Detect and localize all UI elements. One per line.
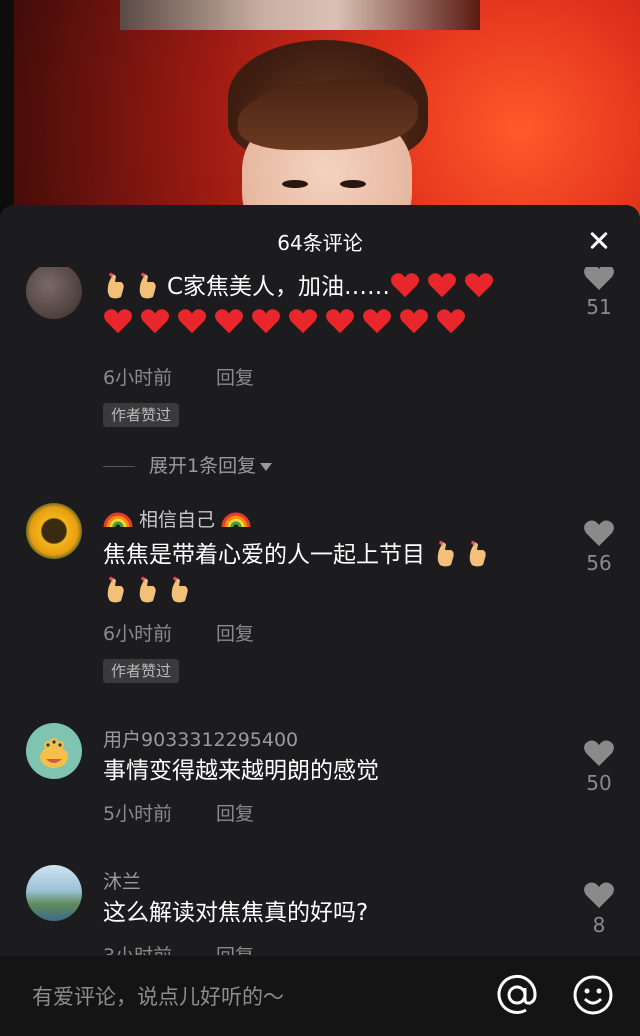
red-heart-icon [437, 309, 465, 334]
video-background [0, 0, 640, 240]
red-heart-icon [428, 273, 457, 298]
comment-time: 5小时前 [103, 803, 173, 825]
like-button[interactable]: 50 [582, 739, 616, 795]
reply-button[interactable]: 回复 [216, 363, 254, 390]
avatar[interactable] [26, 865, 82, 921]
like-button[interactable]: 56 [582, 519, 616, 575]
close-icon[interactable] [584, 225, 614, 255]
comment-text-content: 焦焦是带着心爱的人一起上节目 [103, 542, 425, 568]
finger-heart-icon [107, 576, 124, 603]
heart-icon [583, 739, 615, 767]
like-count: 51 [586, 295, 612, 319]
finger-heart-icon [107, 272, 124, 299]
like-button[interactable]: 51 [582, 267, 616, 319]
avatar[interactable] [26, 267, 82, 319]
like-button[interactable]: 8 [582, 881, 616, 937]
comment-text-content: C家焦美人，加油…… [167, 274, 391, 300]
comment-list[interactable]: C家焦美人，加油…… 6小时前 回复 作者赞过 展开1条回复 51 相信自己 焦… [0, 267, 640, 955]
expand-replies-button[interactable]: 展开1条回复 [103, 451, 273, 478]
comment-input[interactable] [30, 974, 474, 1020]
comment-time: 6小时前 [103, 367, 173, 389]
red-heart-icon [391, 273, 420, 298]
expand-replies-label: 展开1条回复 [149, 455, 257, 477]
finger-heart-icon [139, 272, 156, 299]
reply-button[interactable]: 回复 [216, 799, 254, 826]
caret-down-icon [260, 462, 273, 471]
red-heart-icon [252, 309, 280, 334]
red-heart-icon [289, 309, 317, 334]
comment-text: 这么解读对焦焦真的好吗? [103, 900, 369, 926]
finger-heart-icon [139, 576, 156, 603]
comments-header: 64条评论 [0, 205, 640, 271]
comment-author[interactable]: 用户9033312295400 [103, 725, 298, 752]
red-heart-icon [326, 309, 354, 334]
avatar[interactable] [26, 503, 82, 559]
rainbow-icon [221, 512, 251, 528]
divider [103, 466, 135, 467]
video-edge [0, 0, 14, 240]
finger-heart-icon [171, 576, 188, 603]
rainbow-icon [103, 512, 133, 528]
reply-button[interactable]: 回复 [216, 941, 254, 955]
heart-icon [583, 267, 615, 291]
like-count: 50 [586, 771, 612, 795]
comment-text: 焦焦是带着心爱的人一起上节目 [103, 537, 553, 609]
comment-author-name: 相信自己 [139, 509, 216, 531]
red-heart-icon [465, 273, 494, 298]
reply-button[interactable]: 回复 [216, 619, 254, 646]
red-heart-icon [141, 309, 169, 334]
finger-heart-icon [437, 540, 454, 567]
comment-input-bar [0, 956, 640, 1036]
red-heart-icon [400, 309, 428, 334]
comment-text: 事情变得越来越明朗的感觉 [103, 758, 379, 784]
red-heart-icon [178, 309, 206, 334]
heart-icon [583, 881, 615, 909]
heart-icon [583, 519, 615, 547]
author-liked-badge: 作者赞过 [103, 659, 180, 683]
comment-author[interactable]: 沐兰 [103, 867, 141, 894]
red-heart-icon [215, 309, 243, 334]
red-heart-icon [104, 309, 132, 334]
comment-time: 3小时前 [103, 941, 172, 955]
like-count: 8 [592, 913, 606, 937]
comments-sheet: 64条评论 C家焦美人，加油…… 6小时前 回复 作者赞过 展开1条回复 51 [0, 205, 640, 1036]
comment-author[interactable]: 相信自己 [103, 505, 251, 532]
comment-text: C家焦美人，加油…… [103, 269, 553, 341]
finger-heart-icon [469, 540, 486, 567]
avatar[interactable] [26, 723, 82, 779]
monster-avatar-icon [40, 738, 68, 768]
comments-count-title: 64条评论 [277, 231, 363, 255]
like-count: 56 [586, 551, 612, 575]
emoji-icon[interactable] [572, 974, 614, 1016]
video-top-strip [120, 0, 480, 30]
red-heart-icon [363, 309, 391, 334]
comment-time: 6小时前 [103, 623, 173, 645]
author-liked-badge: 作者赞过 [103, 403, 180, 427]
at-icon[interactable] [496, 974, 538, 1016]
